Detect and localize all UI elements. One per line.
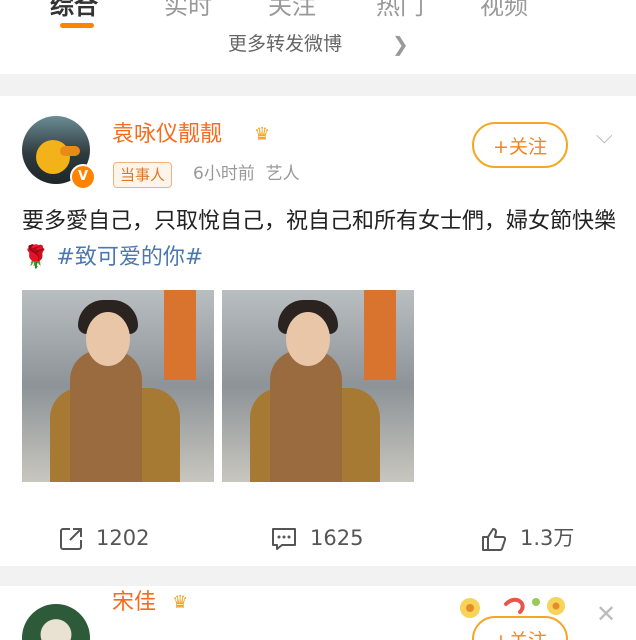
post-card-2: 宋佳 ♛ +关注 ✕	[0, 586, 636, 640]
repost-icon	[60, 528, 82, 550]
post-meta: 6小时前 艺人	[193, 162, 300, 186]
avatar-beak-shape	[60, 146, 80, 156]
rose-emoji: 🌹	[22, 245, 50, 270]
scarf-shape	[270, 350, 342, 482]
chevron-right-icon: ❯	[392, 32, 409, 56]
chevron-down-icon[interactable]: ⌵	[596, 124, 613, 149]
tab-realtime[interactable]: 实时	[164, 0, 212, 21]
comment-icon	[272, 528, 296, 550]
tab-hot[interactable]: 热门	[376, 0, 424, 21]
more-forwards-label: 更多转发微博	[228, 33, 343, 55]
comment-count: 1625	[310, 526, 364, 550]
post-actions: 1202 1625 1.3万	[0, 518, 636, 558]
background-shape	[164, 290, 196, 380]
face-shape	[286, 312, 330, 366]
post-username[interactable]: 袁咏仪靓靓	[112, 120, 222, 150]
active-tab-indicator	[60, 23, 94, 28]
repost-button[interactable]: 1202	[58, 518, 149, 558]
like-button[interactable]: 1.3万	[480, 518, 574, 558]
repost-count: 1202	[96, 526, 150, 550]
follow-button[interactable]: +关注	[472, 616, 568, 640]
more-forwards-bar[interactable]: 更多转发微博 ❯	[0, 30, 636, 74]
follow-label: 关注	[508, 136, 547, 158]
follow-label: 关注	[509, 630, 547, 640]
feed-tabs: 综合 实时 关注 热门 视频	[0, 0, 636, 30]
post-photo-1[interactable]	[22, 290, 214, 482]
thumbs-up-icon	[482, 528, 507, 551]
background-shape	[364, 290, 396, 380]
scarf-shape	[70, 350, 142, 482]
post-text-body: 要多愛自己，只取悅自己，祝自己和所有女士們，婦女節快樂	[22, 209, 617, 234]
post-card: V 袁咏仪靓靓 ♛ 当事人 6小时前 艺人 +关注 ⌵ 要多愛自己，只取悅自己，…	[0, 96, 636, 566]
comment-button[interactable]: 1625	[270, 518, 363, 558]
face-shape	[86, 312, 130, 366]
post-username[interactable]: 宋佳	[112, 588, 156, 618]
follow-button[interactable]: +关注	[472, 122, 568, 168]
post-photo-2[interactable]	[222, 290, 414, 482]
post-source: 艺人	[265, 164, 300, 184]
party-badge: 当事人	[113, 162, 173, 188]
post-topic-link[interactable]: #致可爱的你#	[56, 245, 203, 270]
verified-v-icon: V	[70, 164, 96, 190]
close-icon[interactable]: ✕	[596, 600, 616, 628]
plus-icon: +	[493, 136, 509, 158]
plus-icon: +	[493, 630, 509, 640]
crown-icon: ♛	[172, 592, 189, 613]
tab-comprehensive[interactable]: 综合	[50, 0, 98, 21]
tab-video[interactable]: 视频	[480, 0, 528, 21]
avatar[interactable]	[22, 604, 90, 640]
post-time: 6小时前	[193, 164, 255, 184]
tab-following[interactable]: 关注	[268, 0, 316, 21]
crown-icon: ♛	[254, 124, 271, 145]
like-count: 1.3万	[520, 526, 575, 550]
post-text: 要多愛自己，只取悅自己，祝自己和所有女士們，婦女節快樂 🌹 #致可爱的你#	[22, 204, 616, 276]
